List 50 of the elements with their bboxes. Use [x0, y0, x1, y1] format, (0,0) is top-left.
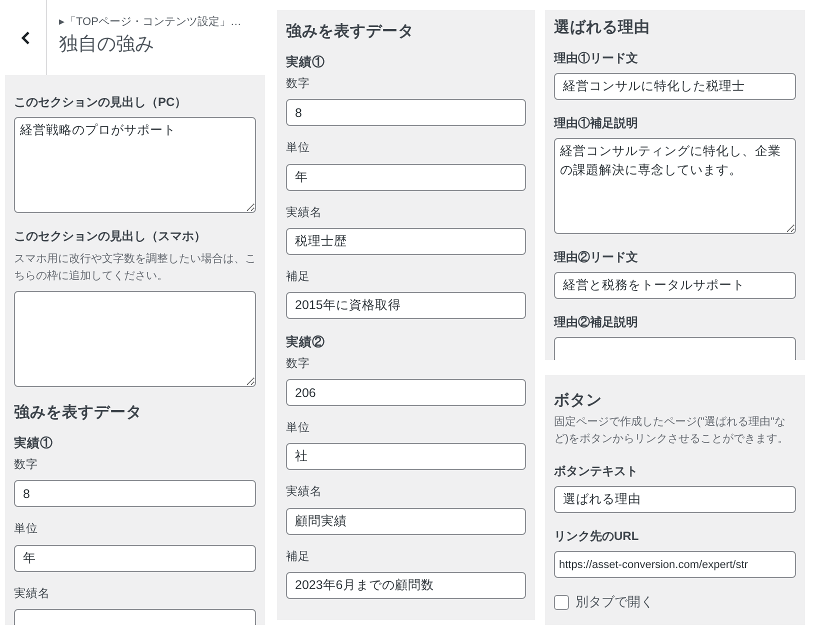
group-label: 実績②	[286, 334, 326, 351]
text-area[interactable]: 経営戦略のプロがサポート	[14, 117, 256, 213]
text-field[interactable]: 2015年に資格取得	[286, 292, 526, 319]
field-label: 数字	[14, 457, 39, 474]
field-label: 単位	[14, 522, 39, 538]
section-heading: ボタン	[554, 391, 603, 411]
description-text: 固定ページで作成したページ("選ばれる理由"など)をボタンからリンクさせることができます。	[554, 414, 790, 448]
field-label: 理由①補足説明	[554, 115, 639, 132]
checkbox[interactable]	[554, 594, 569, 610]
text-field[interactable]: 8	[14, 480, 256, 508]
field-label: 単位	[286, 140, 311, 156]
section-heading: 強みを表すデータ	[286, 22, 415, 42]
text-field[interactable]: 顧問実績	[286, 508, 526, 534]
text-field[interactable]: 選ばれる理由	[554, 486, 796, 514]
checkbox-label: 別タブで開く	[576, 593, 654, 612]
field-label: 理由②補足説明	[554, 314, 639, 332]
field-label: 理由①リード文	[554, 50, 639, 68]
field-label: このセクションの見出し（PC）	[14, 94, 188, 111]
text-field[interactable]: 経営コンサルに特化した税理士	[554, 73, 796, 100]
text-field[interactable]: 年	[14, 544, 256, 572]
text-field[interactable]: 経営と税務をトータルサポート	[554, 272, 796, 300]
text-area[interactable]: 経営コンサルティングに特化し、企業の課題解決に専念しています。	[554, 138, 796, 234]
text-field[interactable]: 206	[286, 379, 526, 406]
chevron-left-icon	[21, 30, 30, 44]
text-field[interactable]: https://asset-conversion.com/expert/str	[554, 551, 796, 578]
field-label: 補足	[286, 270, 311, 285]
field-label: 実績名	[14, 586, 51, 602]
text-field[interactable]: 年	[286, 164, 526, 190]
field-label: 実績名	[286, 484, 323, 500]
text-area[interactable]	[14, 291, 256, 388]
field-label: ボタンテキスト	[554, 463, 639, 480]
field-label: 数字	[286, 76, 311, 92]
field-label: 補足	[286, 550, 311, 564]
section-heading: 強みを表すデータ	[14, 403, 143, 424]
section-heading: 選ばれる理由	[554, 18, 651, 38]
text-field[interactable]: 社	[286, 443, 526, 470]
field-label: このセクションの見出し（スマホ）	[14, 228, 207, 245]
field-label: 理由②リード文	[554, 249, 639, 266]
text-field[interactable]: 税理士歴	[286, 228, 526, 255]
group-label: 実績①	[286, 54, 326, 72]
text-field[interactable]: 2023年6月までの顧問数	[286, 572, 526, 599]
field-label: 単位	[286, 420, 311, 436]
text-field[interactable]: 8	[286, 99, 526, 126]
breadcrumb-text: ▸「TOPページ・コンテンツ設定」…	[59, 14, 242, 30]
field-label: 数字	[286, 356, 311, 372]
group-label: 実績①	[14, 435, 54, 452]
section-title: 独自の強み	[59, 32, 155, 56]
field-label: 実績名	[286, 205, 323, 220]
description-text: スマホ用に改行や文字数を調整したい場合は、こちらの枠に追加してください。	[14, 252, 256, 284]
field-label: リンク先のURL	[554, 528, 640, 546]
